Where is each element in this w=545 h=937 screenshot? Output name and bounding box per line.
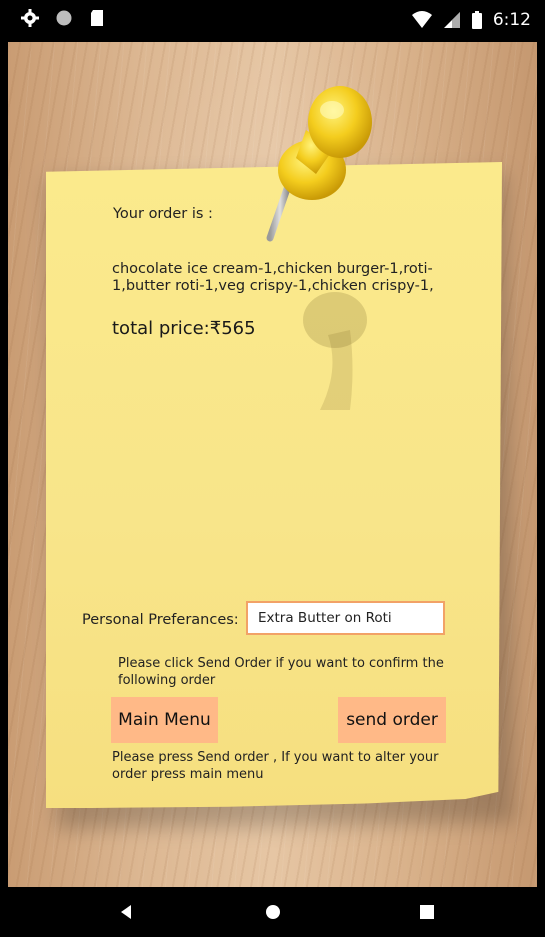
order-heading: Your order is : [113,206,213,222]
recent-apps-button[interactable] [392,887,462,937]
cellular-icon [443,10,461,30]
preferences-label: Personal Preferances: [82,612,239,628]
status-time: 6:12 [492,10,531,30]
preferences-input[interactable] [246,601,445,635]
alter-message: Please press Send order , If you want to… [112,750,439,782]
settings-icon [20,8,40,28]
order-summary-screen: 6:12 Your order is : chocolate ice cream… [0,0,545,937]
circle-icon [54,8,74,28]
order-items: chocolate ice cream-1,chicken burger-1,r… [112,261,434,294]
recent-apps-icon [420,905,434,919]
home-icon [266,905,280,919]
battery-icon [471,10,483,30]
main-menu-button[interactable]: Main Menu [111,697,218,743]
back-icon [121,905,131,919]
pushpin-icon [266,86,372,242]
back-button[interactable] [92,887,162,937]
navigation-bar [0,887,545,937]
status-bar: 6:12 [0,0,545,42]
total-price: total price:₹565 [112,318,256,339]
sd-card-icon [88,8,106,28]
send-order-button[interactable]: send order [338,697,446,743]
confirm-message: Please click Send Order if you want to c… [118,656,444,688]
home-button[interactable] [238,887,308,937]
wifi-icon [411,10,433,30]
